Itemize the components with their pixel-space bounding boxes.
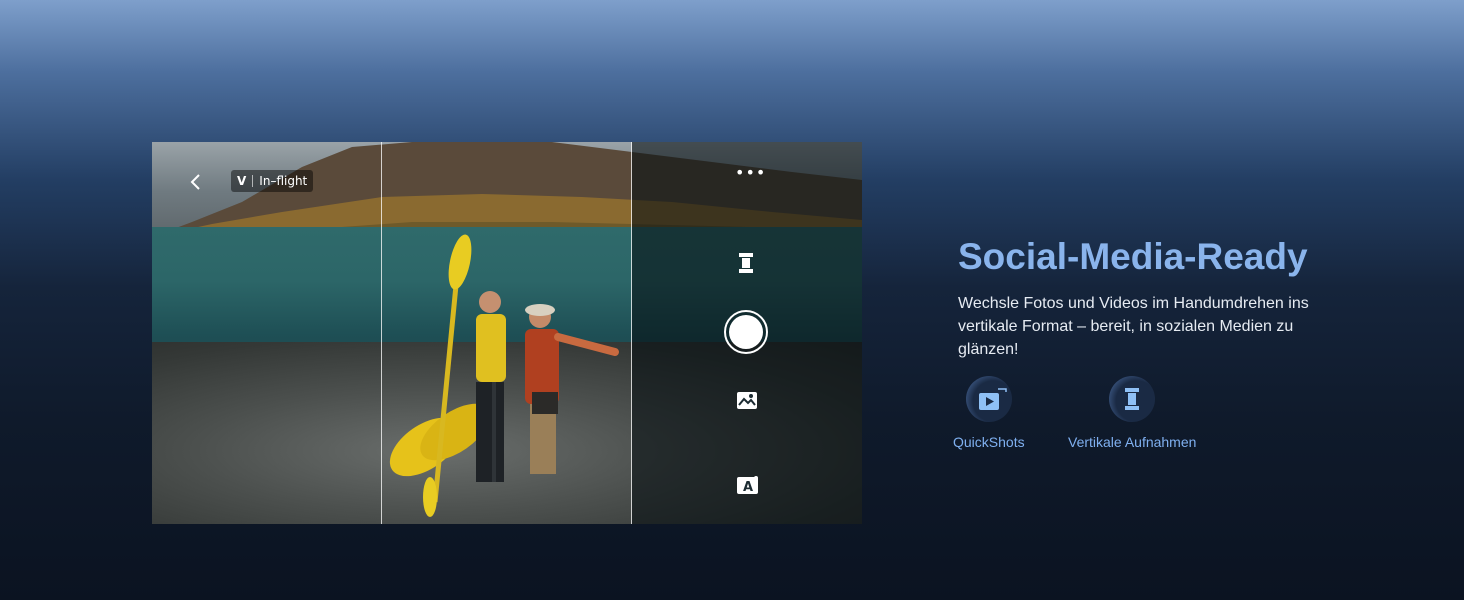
- back-button[interactable]: [186, 172, 206, 192]
- svg-text:A: A: [743, 480, 753, 495]
- flight-mode-selector[interactable]: V In–flight: [231, 170, 314, 192]
- vertical-mode-button[interactable]: [738, 252, 754, 278]
- mode-separator: [252, 175, 254, 187]
- feature-label: QuickShots: [953, 434, 1025, 450]
- right-crop-guide: [631, 142, 632, 524]
- auto-text-icon: A: [737, 476, 758, 495]
- more-options-button[interactable]: •••: [735, 163, 767, 184]
- gallery-icon: [737, 392, 757, 409]
- gallery-button[interactable]: [736, 390, 758, 414]
- mode-badge: V: [237, 174, 247, 188]
- camera-viewfinder: V In–flight ••• A: [152, 142, 862, 524]
- more-dots-icon: •••: [735, 163, 767, 182]
- quickshots-icon: [965, 376, 1012, 422]
- shutter-button[interactable]: [724, 310, 768, 354]
- feature-quickshots[interactable]: QuickShots: [953, 376, 1025, 450]
- auto-text-button[interactable]: A: [736, 475, 760, 499]
- vertical-shot-icon: [739, 253, 753, 273]
- feature-vertical-shooting[interactable]: Vertikale Aufnahmen: [1068, 376, 1196, 450]
- section-title: Social-Media-Ready: [958, 236, 1308, 277]
- people-with-kayak: [389, 234, 619, 517]
- chevron-left-icon: [190, 174, 200, 190]
- left-crop-guide: [381, 142, 382, 524]
- section-description: Wechsle Fotos und Videos im Handumdrehen…: [958, 295, 1309, 358]
- vertical-shooting-icon: [1109, 376, 1156, 422]
- feature-label: Vertikale Aufnahmen: [1068, 434, 1197, 450]
- mode-label: In–flight: [259, 174, 308, 188]
